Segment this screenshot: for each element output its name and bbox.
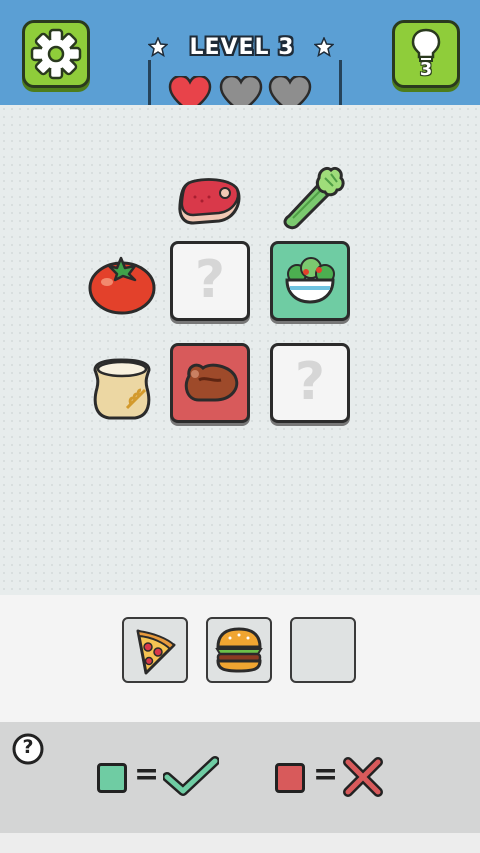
wrong-swatch xyxy=(275,763,305,793)
celery-icon xyxy=(283,166,345,230)
choice-slot-empty[interactable] xyxy=(290,617,356,683)
grid-cell-wrong[interactable] xyxy=(170,343,250,423)
settings-button[interactable] xyxy=(22,20,90,88)
grid-cell-unknown[interactable]: ? xyxy=(270,343,350,423)
bottom-strip xyxy=(0,833,480,853)
equals-sign: = xyxy=(134,757,160,792)
choice-slot[interactable] xyxy=(122,617,188,683)
grid-cell-correct[interactable] xyxy=(270,241,350,321)
question-mark: ? xyxy=(294,352,326,412)
burger-icon xyxy=(215,627,263,673)
question-mark: ? xyxy=(194,250,226,310)
star-icon xyxy=(314,37,334,57)
help-button[interactable]: ? xyxy=(12,733,44,765)
tomato-icon xyxy=(88,256,156,315)
level-title: LEVEL 3 xyxy=(189,35,295,60)
correct-swatch xyxy=(97,763,127,793)
choice-slot[interactable] xyxy=(206,617,272,683)
salad-bowl-icon xyxy=(285,257,335,304)
steak-icon xyxy=(178,178,241,225)
equals-sign: = xyxy=(313,757,339,792)
flour-sack-icon xyxy=(93,358,151,420)
grid-cell-unknown[interactable]: ? xyxy=(170,241,250,321)
help-symbol: ? xyxy=(22,736,34,758)
gear-icon xyxy=(30,28,82,80)
grilled-steak-icon xyxy=(184,363,239,402)
hint-button[interactable]: 3 xyxy=(392,20,460,88)
cross-icon xyxy=(343,757,383,797)
checkmark-icon xyxy=(163,756,219,796)
hint-count: 3 xyxy=(419,59,433,80)
pizza-slice-icon xyxy=(136,629,176,675)
